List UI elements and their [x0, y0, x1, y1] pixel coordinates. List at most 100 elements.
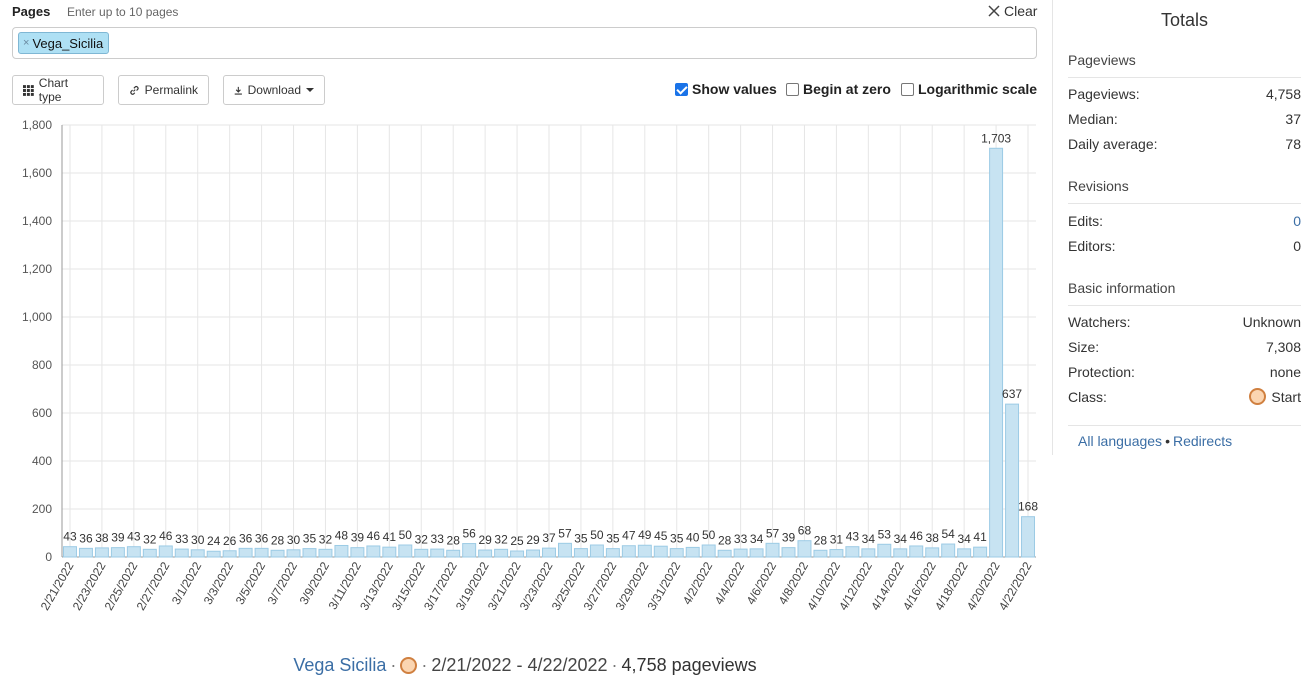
clear-button[interactable]: Clear — [988, 3, 1037, 19]
permalink-label: Permalink — [144, 83, 198, 97]
bar-value-label: 46 — [367, 529, 381, 543]
download-button[interactable]: Download — [223, 75, 325, 105]
bar — [557, 542, 572, 558]
bar — [78, 547, 93, 558]
bar-value-label: 30 — [287, 533, 301, 547]
x-tick-label: 3/5/2022 — [233, 559, 269, 607]
bar-value-label: 28 — [814, 533, 828, 547]
bar — [797, 540, 812, 558]
show-values-option[interactable]: Show values — [675, 81, 777, 97]
bar — [717, 549, 732, 558]
bar-value-label: 41 — [383, 530, 397, 544]
y-tick-label: 400 — [32, 454, 52, 468]
bar — [94, 547, 109, 558]
sidebar-links: All languages • Redirects — [1078, 433, 1233, 449]
revisions-heading: Revisions — [1068, 178, 1301, 204]
bar — [462, 543, 477, 558]
bar-value-label: 57 — [766, 526, 780, 540]
begin-at-zero-checkbox[interactable] — [786, 82, 799, 96]
bar-value-label: 50 — [702, 528, 716, 542]
bar-value-label: 29 — [526, 533, 540, 547]
bar — [877, 543, 892, 558]
edits-link[interactable]: 0 — [1293, 213, 1301, 229]
bar-value-label: 49 — [638, 528, 652, 542]
bar — [286, 549, 301, 558]
stat-size: Size: 7,308 — [1068, 339, 1301, 355]
chart-type-button[interactable]: Chart type — [12, 75, 104, 105]
stat-watchers: Watchers: Unknown — [1068, 314, 1301, 330]
bar-value-label: 28 — [718, 533, 732, 547]
bar — [302, 548, 317, 558]
page-title-link[interactable]: Vega Sicilia — [293, 655, 386, 675]
bar — [382, 546, 397, 558]
bar — [318, 548, 333, 558]
bar-value-label: 35 — [303, 532, 317, 546]
sidebar-bottom-divider — [1068, 425, 1301, 426]
bar — [909, 545, 924, 558]
bar — [893, 548, 908, 558]
remove-tag-icon[interactable]: × — [23, 37, 29, 49]
bar — [957, 548, 972, 558]
y-tick-label: 1,200 — [22, 262, 52, 276]
bar-value-label: 29 — [478, 533, 492, 547]
bar — [478, 549, 493, 558]
bar — [206, 550, 221, 558]
y-tick-label: 1,600 — [22, 166, 52, 180]
bar — [589, 544, 604, 558]
bar-value-label: 28 — [271, 533, 285, 547]
show-values-checkbox[interactable] — [675, 82, 688, 96]
bar — [781, 547, 796, 558]
permalink-button[interactable]: Permalink — [118, 75, 209, 105]
bar — [158, 545, 173, 558]
bar — [126, 546, 141, 558]
bar — [685, 546, 700, 558]
bar-value-label: 26 — [223, 534, 237, 548]
log-scale-option[interactable]: Logarithmic scale — [901, 81, 1037, 97]
bar-value-label: 41 — [973, 530, 987, 544]
bar-value-label: 38 — [95, 531, 109, 545]
show-values-label: Show values — [692, 81, 777, 97]
bar-value-label: 39 — [351, 531, 365, 545]
bar — [669, 548, 684, 558]
bar — [366, 545, 381, 558]
bar — [573, 548, 588, 558]
bar-value-label: 45 — [654, 529, 668, 543]
bar-value-label: 28 — [447, 533, 461, 547]
y-tick-label: 0 — [45, 550, 52, 564]
bar-value-label: 39 — [111, 531, 125, 545]
y-tick-label: 1,800 — [22, 118, 52, 132]
bar — [813, 549, 828, 558]
all-languages-link[interactable]: All languages — [1078, 433, 1162, 449]
stat-editors: Editors: 0 — [1068, 238, 1301, 254]
start-class-icon — [1249, 388, 1267, 405]
bar-value-label: 43 — [127, 530, 141, 544]
stat-median: Median: 37 — [1068, 111, 1301, 127]
log-scale-checkbox[interactable] — [901, 82, 914, 96]
x-tick-label: 4/6/2022 — [744, 559, 780, 607]
bar-value-label: 46 — [910, 529, 924, 543]
redirects-link[interactable]: Redirects — [1173, 433, 1232, 449]
bar — [510, 550, 525, 558]
bar — [973, 546, 988, 558]
bar-value-label: 43 — [846, 530, 860, 544]
bar — [398, 544, 413, 558]
y-tick-label: 1,000 — [22, 310, 52, 324]
x-tick-label: 4/2/2022 — [680, 559, 716, 607]
bar — [1021, 516, 1035, 558]
bar — [334, 544, 349, 558]
chart-summary: Vega Sicilia · · 2/21/2022 - 4/22/2022 · 4,75… — [293, 655, 757, 675]
bar — [829, 549, 844, 558]
bar-value-label: 34 — [957, 532, 971, 546]
bar-value-label: 34 — [862, 532, 876, 546]
bar — [845, 546, 860, 558]
bar — [350, 547, 365, 558]
begin-at-zero-option[interactable]: Begin at zero — [786, 81, 891, 97]
page-search-input[interactable]: × Vega_Sicilia — [12, 27, 1037, 59]
y-tick-label: 200 — [32, 502, 52, 516]
x-tick-label: 3/3/2022 — [201, 559, 237, 607]
link-icon — [130, 85, 139, 95]
page-tag[interactable]: × Vega_Sicilia — [18, 32, 110, 54]
bar — [925, 547, 940, 558]
stat-pageviews: Pageviews: 4,758 — [1068, 86, 1301, 102]
bar — [63, 546, 77, 558]
